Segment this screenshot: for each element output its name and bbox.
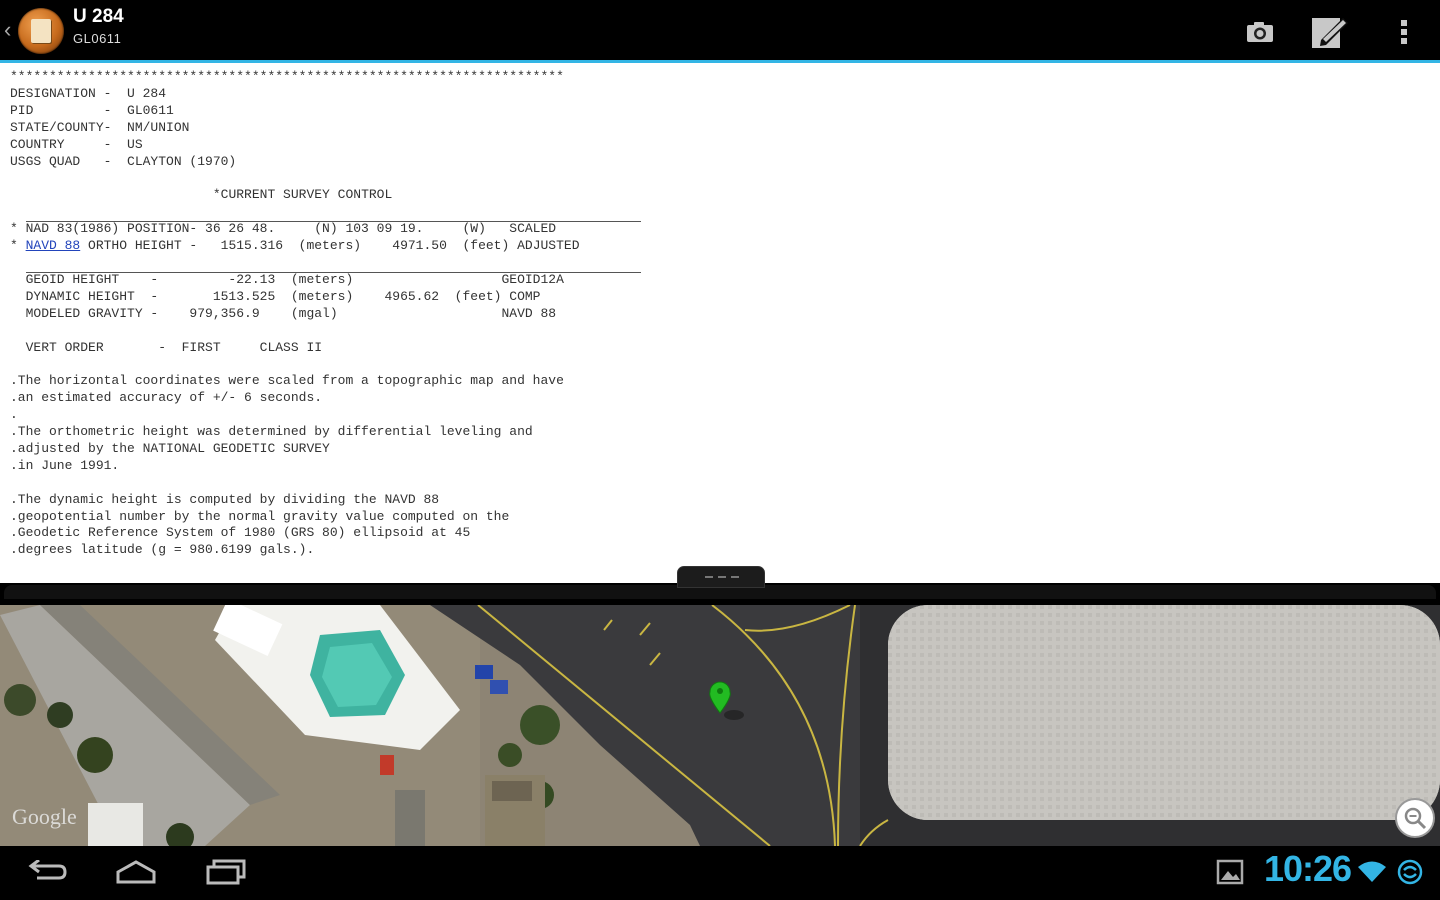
- note-line: .an estimated accuracy of +/- 6 seconds.: [10, 390, 323, 406]
- drag-handle[interactable]: [677, 566, 765, 588]
- zoom-out-button[interactable]: [1395, 798, 1435, 838]
- recent-apps-button[interactable]: [196, 850, 256, 894]
- note-line: .Geodetic Reference System of 1980 (GRS …: [10, 525, 471, 541]
- divider-rule: [26, 221, 641, 222]
- navd88-link[interactable]: NAVD 88: [26, 238, 81, 253]
- notification-gallery[interactable]: [1200, 850, 1260, 894]
- map-attribution: Google: [12, 804, 77, 829]
- stars-line: ****************************************…: [10, 69, 564, 84]
- dynamic-height-line: DYNAMIC HEIGHT - 1513.525 (meters) 4965.…: [10, 288, 541, 304]
- home-icon: [116, 860, 156, 884]
- action-bar: ‹ U 284 GL0611: [0, 0, 1440, 60]
- action-bar-subtitle: GL0611: [73, 31, 122, 46]
- note-line: .in June 1991.: [10, 457, 120, 473]
- action-bar-title: U 284: [73, 6, 124, 27]
- pid-line: PID - GL0611: [10, 102, 174, 118]
- geoid-height-line: GEOID HEIGHT - -22.13 (meters) GEOID12A: [10, 271, 564, 287]
- section-title: *CURRENT SURVEY CONTROL: [212, 187, 393, 203]
- country-line: COUNTRY - US: [10, 136, 143, 152]
- overflow-menu-button[interactable]: [1382, 10, 1426, 54]
- back-icon: [28, 860, 67, 880]
- designation-line: DESIGNATION - U 284: [10, 85, 167, 101]
- note-line: .geopotential number by the normal gravi…: [10, 508, 510, 524]
- sync-indicator: [1390, 850, 1430, 894]
- back-button[interactable]: [16, 850, 76, 894]
- wifi-indicator: [1352, 850, 1392, 894]
- usgs-quad-line: USGS QUAD - CLAYTON (1970): [10, 153, 237, 169]
- state-county-line: STATE/COUNTY- NM/UNION: [10, 119, 190, 135]
- note-line: .: [10, 407, 18, 423]
- divider-rule: [26, 272, 641, 273]
- up-caret-icon[interactable]: ‹: [4, 18, 11, 42]
- note-line: .adjusted by the NATIONAL GEODETIC SURVE…: [10, 440, 330, 456]
- modeled-gravity-line: MODELED GRAVITY - 979,356.9 (mgal) NAVD …: [10, 305, 557, 321]
- satellite-imagery: [0, 605, 1440, 846]
- ortho-height-line: ORTHO HEIGHT - 1515.316 (meters) 4971.50…: [80, 238, 580, 254]
- note-line: .The dynamic height is computed by divid…: [10, 491, 440, 507]
- camera-icon: [1247, 22, 1273, 42]
- note-line: .The orthometric height was determined b…: [10, 424, 533, 440]
- wifi-icon: [1358, 861, 1386, 882]
- note-line: .degrees latitude (g = 980.6199 gals.).: [10, 542, 315, 558]
- clock[interactable]: 10:26: [1264, 848, 1352, 890]
- datasheet-panel[interactable]: ****************************************…: [0, 63, 1440, 583]
- gallery-notification-icon: [1216, 859, 1244, 885]
- vert-order-line: VERT ORDER - FIRST CLASS II: [10, 339, 323, 355]
- app-icon[interactable]: [18, 8, 64, 54]
- map-view[interactable]: [0, 605, 1440, 846]
- recent-apps-icon: [206, 859, 246, 885]
- edit-icon: [1312, 18, 1348, 48]
- position-line: * NAD 83(1986) POSITION- 36 26 48. (N) 1…: [10, 221, 557, 237]
- edit-button[interactable]: [1308, 10, 1352, 54]
- sync-icon: [1397, 859, 1423, 885]
- overflow-menu-icon: [1401, 20, 1407, 44]
- camera-button[interactable]: [1238, 10, 1282, 54]
- zoom-out-icon: [1404, 807, 1427, 830]
- home-button[interactable]: [106, 850, 166, 894]
- datasheet-text: ****************************************…: [10, 69, 580, 559]
- height-marker: *: [10, 238, 26, 254]
- note-line: .The horizontal coordinates were scaled …: [10, 373, 564, 389]
